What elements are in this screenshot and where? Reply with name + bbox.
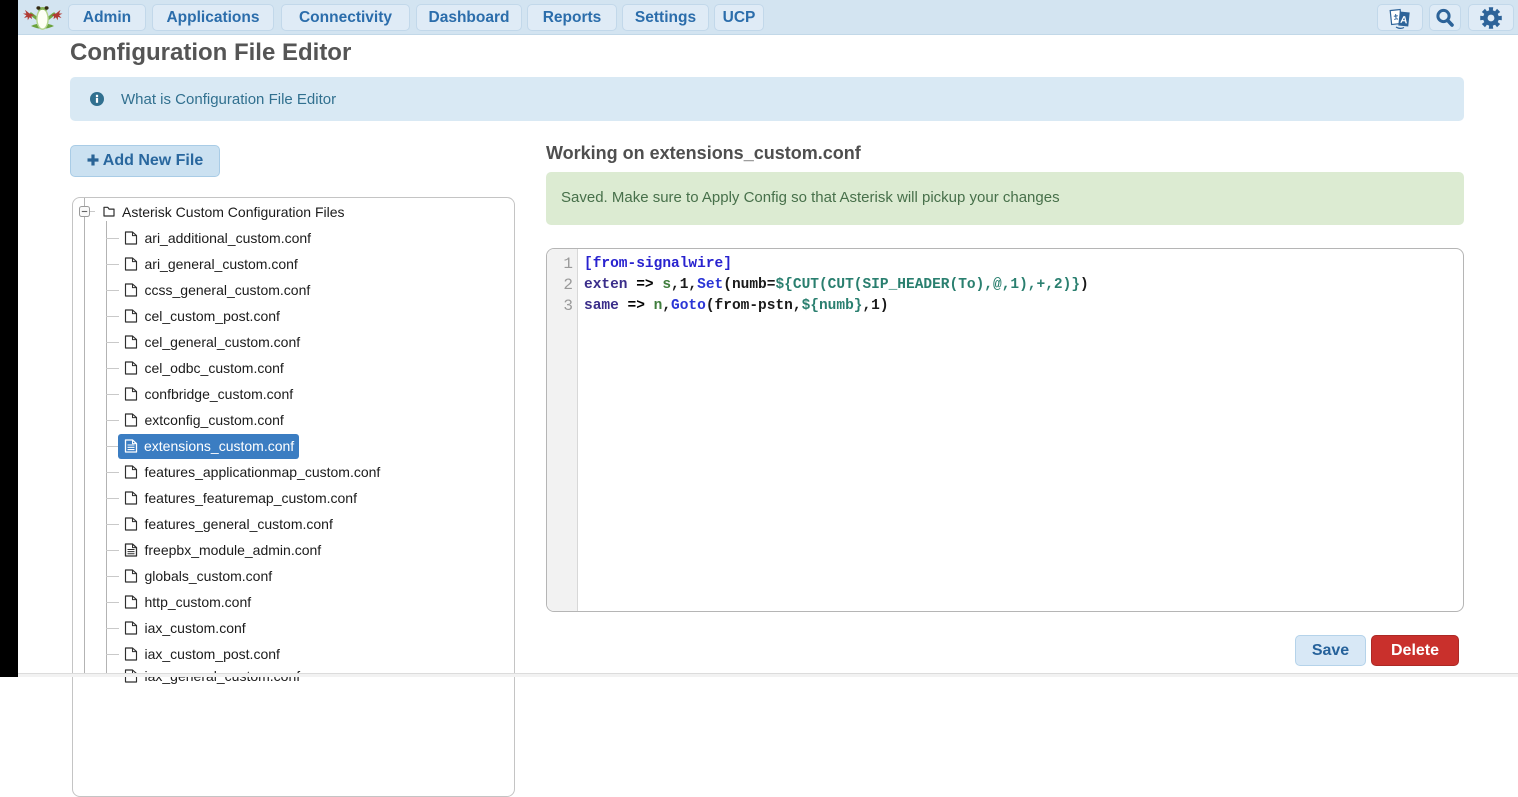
svg-text:A: A xyxy=(1400,14,1408,26)
